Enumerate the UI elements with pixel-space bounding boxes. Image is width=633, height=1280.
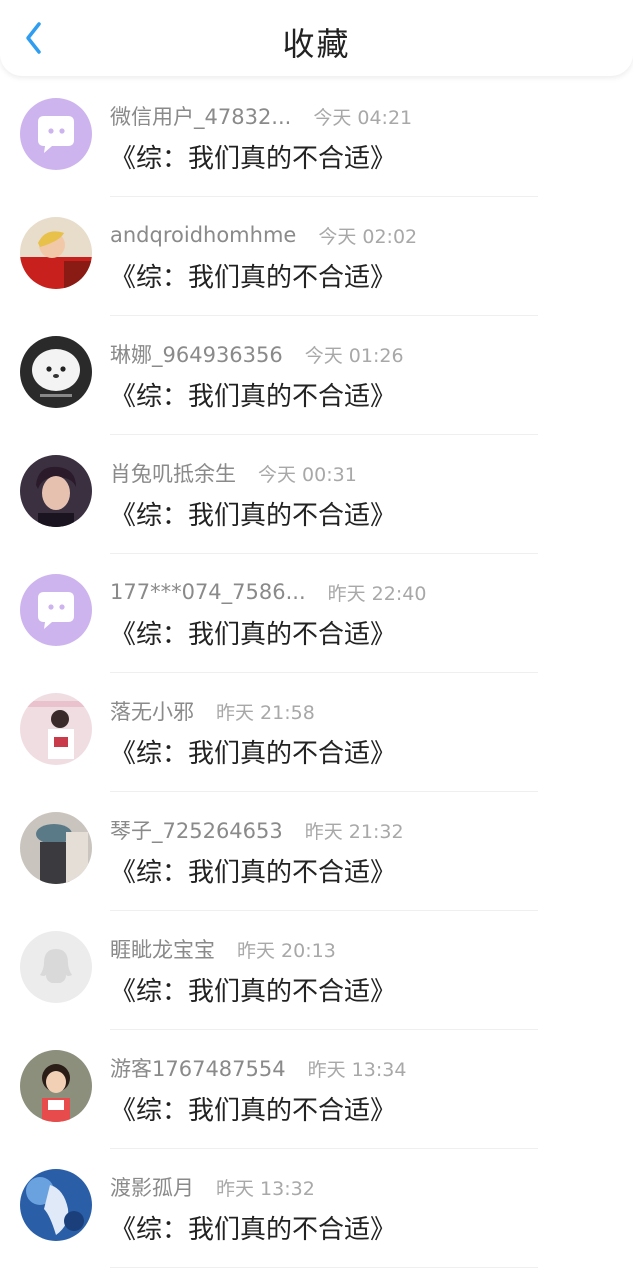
book-title[interactable]: 《综：我们真的不合适》	[110, 257, 396, 293]
header-bar: 收藏	[0, 0, 633, 76]
item-meta: andqroidhomhme 今天 02:02	[110, 221, 417, 249]
username[interactable]: 落无小邪	[110, 696, 194, 726]
item-meta: 渡影孤月 昨天 13:32	[110, 1173, 315, 1201]
item-meta: 琳娜_964936356 今天 01:26	[110, 340, 404, 368]
book-title[interactable]: 《综：我们真的不合适》	[110, 1090, 396, 1126]
username[interactable]: 游客1767487554	[110, 1053, 286, 1083]
timestamp: 昨天 13:34	[307, 1058, 407, 1081]
list-item[interactable]: 肖兔叽抵余生 今天 00:31 《综：我们真的不合适》	[0, 435, 633, 554]
avatar[interactable]	[20, 1169, 92, 1241]
list-item[interactable]: 游客1767487554 昨天 13:34 《综：我们真的不合适》	[0, 1030, 633, 1149]
favorites-list: 微信用户_47832... 今天 04:21 《综：我们真的不合适》 andqroid…	[0, 78, 633, 1268]
page-title: 收藏	[282, 25, 351, 63]
list-item[interactable]: 琳娜_964936356 今天 01:26 《综：我们真的不合适》	[0, 316, 633, 435]
list-item[interactable]: 177***074_7586... 昨天 22:40 《综：我们真的不合适》	[0, 554, 633, 673]
avatar[interactable]	[20, 1050, 92, 1122]
username[interactable]: andqroidhomhme	[110, 223, 296, 247]
avatar[interactable]	[20, 574, 92, 646]
book-title[interactable]: 《综：我们真的不合适》	[110, 1209, 396, 1245]
avatar[interactable]	[20, 217, 92, 289]
username[interactable]: 177***074_7586...	[110, 580, 306, 604]
timestamp: 昨天 21:32	[304, 820, 404, 843]
book-title[interactable]: 《综：我们真的不合适》	[110, 852, 396, 888]
username[interactable]: 琴子_725264653	[110, 815, 283, 845]
item-meta: 落无小邪 昨天 21:58	[110, 697, 315, 725]
book-title[interactable]: 《综：我们真的不合适》	[110, 971, 396, 1007]
timestamp: 昨天 22:40	[327, 582, 427, 605]
list-item[interactable]: 睚眦龙宝宝 昨天 20:13 《综：我们真的不合适》	[0, 911, 633, 1030]
username[interactable]: 微信用户_47832...	[110, 101, 291, 131]
timestamp: 昨天 13:32	[216, 1177, 315, 1200]
list-item[interactable]: 微信用户_47832... 今天 04:21 《综：我们真的不合适》	[0, 78, 633, 197]
list-item[interactable]: andqroidhomhme 今天 02:02 《综：我们真的不合适》	[0, 197, 633, 316]
avatar[interactable]	[20, 336, 92, 408]
item-meta: 游客1767487554 昨天 13:34	[110, 1054, 406, 1082]
avatar[interactable]	[20, 98, 92, 170]
username[interactable]: 睚眦龙宝宝	[110, 934, 215, 964]
item-meta: 177***074_7586... 昨天 22:40	[110, 578, 426, 606]
avatar[interactable]	[20, 693, 92, 765]
timestamp: 今天 02:02	[318, 225, 418, 248]
book-title[interactable]: 《综：我们真的不合适》	[110, 614, 396, 650]
list-item[interactable]: 落无小邪 昨天 21:58 《综：我们真的不合适》	[0, 673, 633, 792]
timestamp: 昨天 21:58	[216, 701, 315, 724]
avatar[interactable]	[20, 931, 92, 1003]
book-title[interactable]: 《综：我们真的不合适》	[110, 376, 396, 412]
item-meta: 琴子_725264653 昨天 21:32	[110, 816, 404, 844]
timestamp: 今天 00:31	[258, 463, 357, 486]
timestamp: 昨天 20:13	[237, 939, 336, 962]
book-title[interactable]: 《综：我们真的不合适》	[110, 733, 396, 769]
divider	[110, 1267, 538, 1268]
avatar[interactable]	[20, 812, 92, 884]
book-title[interactable]: 《综：我们真的不合适》	[110, 138, 396, 174]
timestamp: 今天 04:21	[313, 106, 413, 129]
list-item[interactable]: 渡影孤月 昨天 13:32 《综：我们真的不合适》	[0, 1149, 633, 1268]
avatar[interactable]	[20, 455, 92, 527]
item-meta: 睚眦龙宝宝 昨天 20:13	[110, 935, 336, 963]
username[interactable]: 琳娜_964936356	[110, 339, 283, 369]
username[interactable]: 渡影孤月	[110, 1172, 194, 1202]
item-meta: 微信用户_47832... 今天 04:21	[110, 102, 412, 130]
list-item[interactable]: 琴子_725264653 昨天 21:32 《综：我们真的不合适》	[0, 792, 633, 911]
timestamp: 今天 01:26	[304, 344, 404, 367]
book-title[interactable]: 《综：我们真的不合适》	[110, 495, 396, 531]
username[interactable]: 肖兔叽抵余生	[110, 458, 236, 488]
item-meta: 肖兔叽抵余生 今天 00:31	[110, 459, 357, 487]
